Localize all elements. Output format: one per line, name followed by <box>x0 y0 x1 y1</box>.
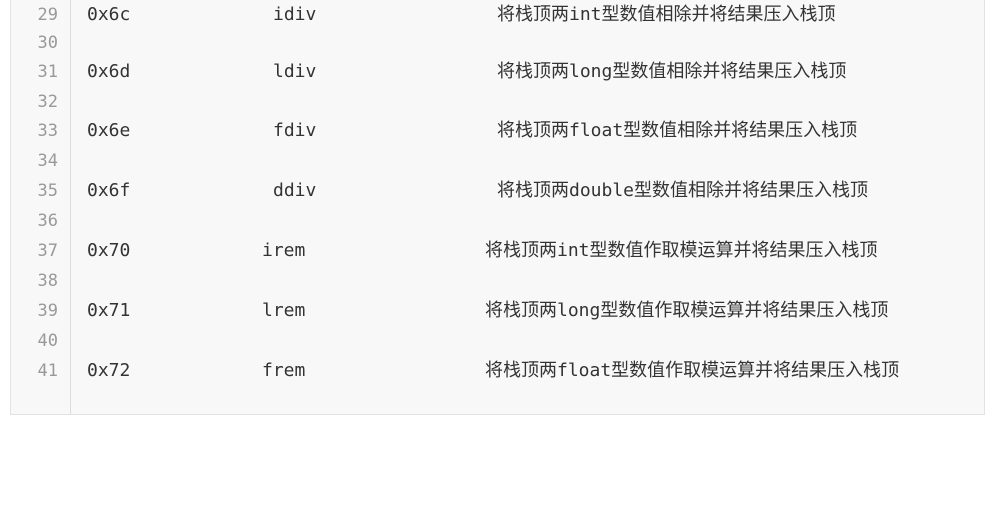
opcode-mnemonic: idiv <box>273 4 317 25</box>
line-number-gutter: 29 30 31 32 33 34 35 36 37 38 39 40 41 <box>11 0 71 414</box>
line-number: 35 <box>37 181 58 201</box>
opcode-hex: 0x6c <box>87 4 131 25</box>
code-block: 29 30 31 32 33 34 35 36 37 38 39 40 41 0… <box>10 0 985 415</box>
line-number: 41 <box>37 361 58 381</box>
line-number: 33 <box>37 121 58 141</box>
line-number: 30 <box>37 33 58 53</box>
code-line: 0x71 lrem 将栈顶两long型数值作取模运算并将结果压入栈顶 <box>87 296 977 326</box>
line-number: 29 <box>37 5 58 25</box>
code-line: 0x6f ddiv 将栈顶两double型数值相除并将结果压入栈顶 <box>87 176 977 206</box>
opcode-description: 将栈顶两float型数值相除并将结果压入栈顶 <box>497 120 858 141</box>
opcode-hex: 0x6e <box>87 120 131 141</box>
line-number: 32 <box>37 92 58 112</box>
line-number: 39 <box>37 301 58 321</box>
code-line: 0x72 frem 将栈顶两float型数值作取模运算并将结果压入栈顶 <box>87 356 977 386</box>
opcode-mnemonic: frem <box>262 360 306 381</box>
opcode-description: 将栈顶两int型数值相除并将结果压入栈顶 <box>497 4 836 25</box>
opcode-hex: 0x70 <box>87 240 131 261</box>
opcode-mnemonic: ddiv <box>273 180 317 201</box>
code-line: 0x6d ldiv 将栈顶两long型数值相除并将结果压入栈顶 <box>87 57 977 87</box>
line-number: 31 <box>37 62 58 82</box>
opcode-hex: 0x71 <box>87 300 131 321</box>
opcode-description: 将栈顶两int型数值作取模运算并将结果压入栈顶 <box>485 240 878 261</box>
opcode-mnemonic: lrem <box>262 300 306 321</box>
code-line: 0x6c idiv 将栈顶两int型数值相除并将结果压入栈顶 <box>87 0 977 30</box>
opcode-description: 将栈顶两long型数值作取模运算并将结果压入栈顶 <box>485 300 889 321</box>
opcode-description: 将栈顶两double型数值相除并将结果压入栈顶 <box>497 180 869 201</box>
line-number: 34 <box>37 151 58 171</box>
code-line: 0x6e fdiv 将栈顶两float型数值相除并将结果压入栈顶 <box>87 116 977 146</box>
opcode-hex: 0x6f <box>87 180 131 201</box>
opcode-description: 将栈顶两float型数值作取模运算并将结果压入栈顶 <box>485 360 900 381</box>
opcode-mnemonic: fdiv <box>273 120 317 141</box>
line-number: 38 <box>37 271 58 291</box>
line-number: 40 <box>37 331 58 351</box>
opcode-mnemonic: ldiv <box>273 61 317 82</box>
opcode-mnemonic: irem <box>262 240 306 261</box>
line-number: 37 <box>37 241 58 261</box>
opcode-hex: 0x6d <box>87 61 131 82</box>
line-number: 36 <box>37 211 58 231</box>
code-line: 0x70 irem 将栈顶两int型数值作取模运算并将结果压入栈顶 <box>87 236 977 266</box>
opcode-description: 将栈顶两long型数值相除并将结果压入栈顶 <box>497 61 847 82</box>
opcode-hex: 0x72 <box>87 360 131 381</box>
